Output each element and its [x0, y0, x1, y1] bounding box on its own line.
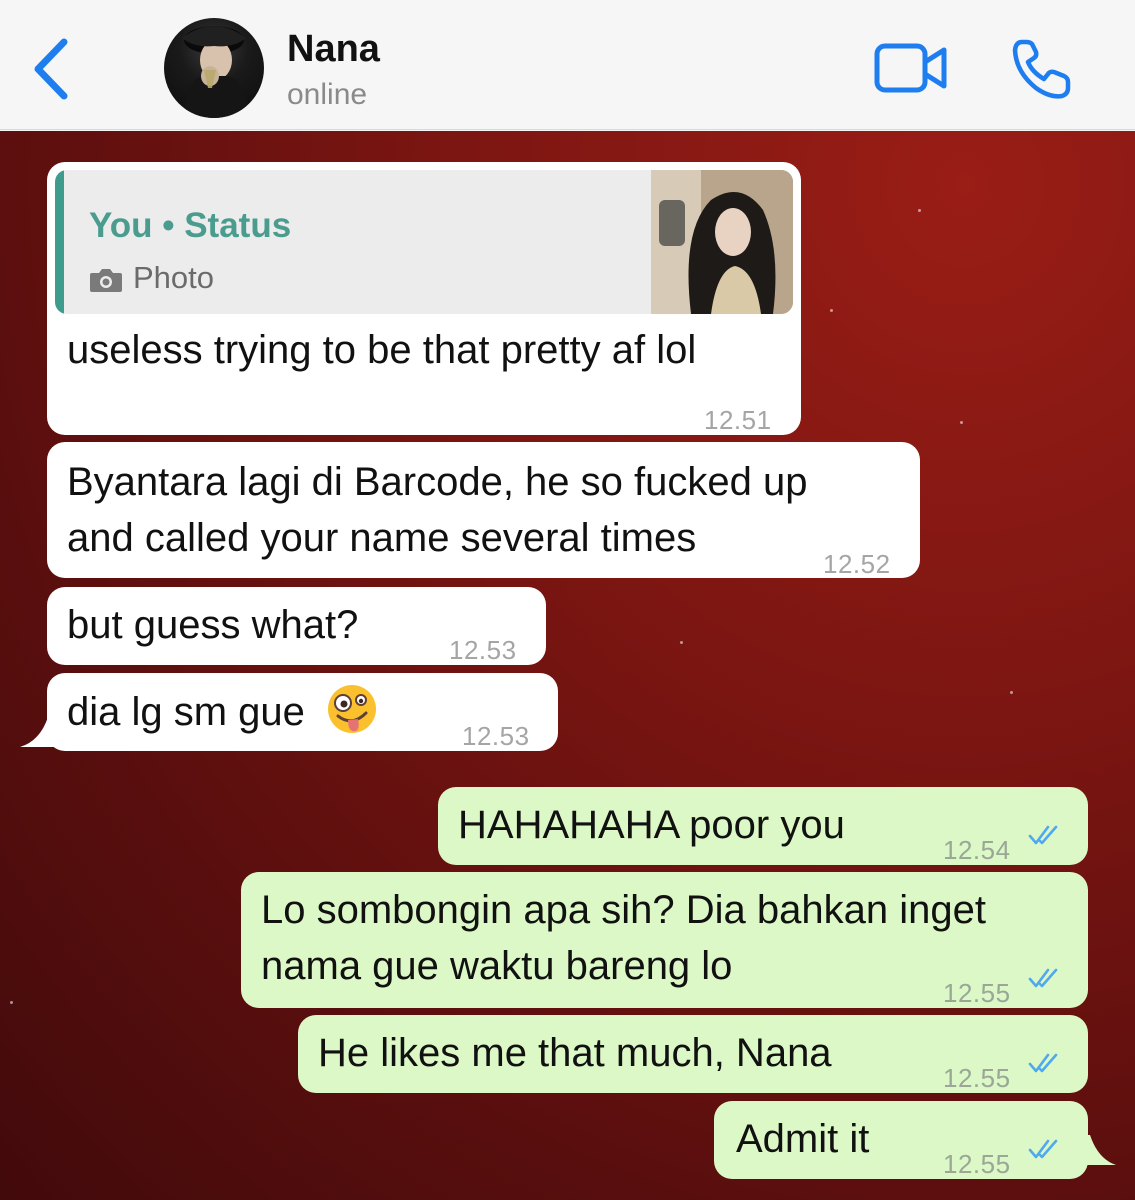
avatar-photo: [182, 26, 248, 118]
message-time: 12.53: [462, 721, 530, 751]
background-dot: [1010, 691, 1013, 694]
read-receipt-icon: [1028, 968, 1058, 988]
read-receipt-icon: [1028, 825, 1058, 845]
message-time: 12.55: [943, 1149, 1011, 1179]
incoming-message[interactable]: You • Status Photo useless trying to be …: [47, 162, 801, 435]
video-camera-icon: [874, 43, 947, 93]
incoming-message[interactable]: but guess what? 12.53: [47, 587, 546, 665]
message-time: 12.51: [704, 405, 772, 435]
quote-media-label: Photo: [133, 260, 215, 295]
read-receipt-icon: [1028, 1139, 1058, 1159]
phone-icon: [1012, 39, 1071, 99]
background-dot: [10, 1001, 13, 1004]
back-button[interactable]: [28, 36, 78, 102]
message-text: dia lg sm gue: [67, 683, 378, 740]
outgoing-message[interactable]: He likes me that much, Nana 12.55: [298, 1015, 1088, 1093]
bubble-tail: [1080, 1135, 1116, 1165]
background-dot: [680, 641, 683, 644]
outgoing-message[interactable]: Lo sombongin apa sih? Dia bahkan inget n…: [241, 872, 1088, 1008]
background-dot: [960, 421, 963, 424]
contact-name[interactable]: Nana: [287, 28, 380, 71]
message-time: 12.54: [943, 835, 1011, 865]
status-photo: [651, 170, 793, 314]
status-photo-thumbnail[interactable]: [651, 170, 793, 314]
camera-icon: [90, 268, 122, 292]
message-text-content: dia lg sm gue: [67, 690, 305, 734]
incoming-message[interactable]: Byantara lagi di Barcode, he so fucked u…: [47, 442, 920, 579]
message-text-line: Byantara lagi di Barcode, he so fucked u…: [67, 460, 808, 504]
message-time: 12.52: [823, 549, 891, 579]
message-text: useless trying to be that pretty af lol: [67, 328, 697, 372]
avatar[interactable]: [164, 18, 264, 118]
message-text-line: and called your name several times: [67, 516, 697, 560]
message-text: He likes me that much, Nana: [318, 1031, 832, 1075]
quote-title: You • Status: [89, 206, 292, 245]
message-text-line: nama gue waktu bareng lo: [261, 944, 733, 988]
message-text: but guess what?: [67, 603, 359, 647]
video-call-button[interactable]: [874, 42, 948, 94]
outgoing-message[interactable]: Admit it 12.55: [714, 1101, 1088, 1179]
chat-header: Nana online: [0, 0, 1135, 130]
contact-status: online: [287, 78, 368, 111]
message-text-line: Lo sombongin apa sih? Dia bahkan inget: [261, 888, 986, 932]
quoted-status[interactable]: You • Status Photo: [55, 170, 793, 314]
voice-call-button[interactable]: [1010, 38, 1072, 100]
message-time: 12.53: [449, 635, 517, 665]
read-receipt-icon: [1028, 1053, 1058, 1073]
chat-area[interactable]: You • Status Photo useless trying to be …: [0, 131, 1135, 1200]
quote-subtitle: Photo: [89, 250, 214, 306]
chevron-left-icon: [34, 38, 68, 100]
outgoing-message[interactable]: HAHAHAHA poor you 12.54: [438, 787, 1088, 865]
message-time: 12.55: [943, 978, 1011, 1008]
incoming-message[interactable]: dia lg sm gue 12.53: [47, 673, 558, 751]
background-dot: [918, 209, 921, 212]
message-text: Admit it: [736, 1117, 870, 1161]
background-dot: [830, 309, 833, 312]
message-time: 12.55: [943, 1063, 1011, 1093]
message-text: HAHAHAHA poor you: [458, 803, 845, 847]
quote-accent-bar: [55, 170, 64, 314]
zany-face-emoji: [328, 685, 377, 733]
